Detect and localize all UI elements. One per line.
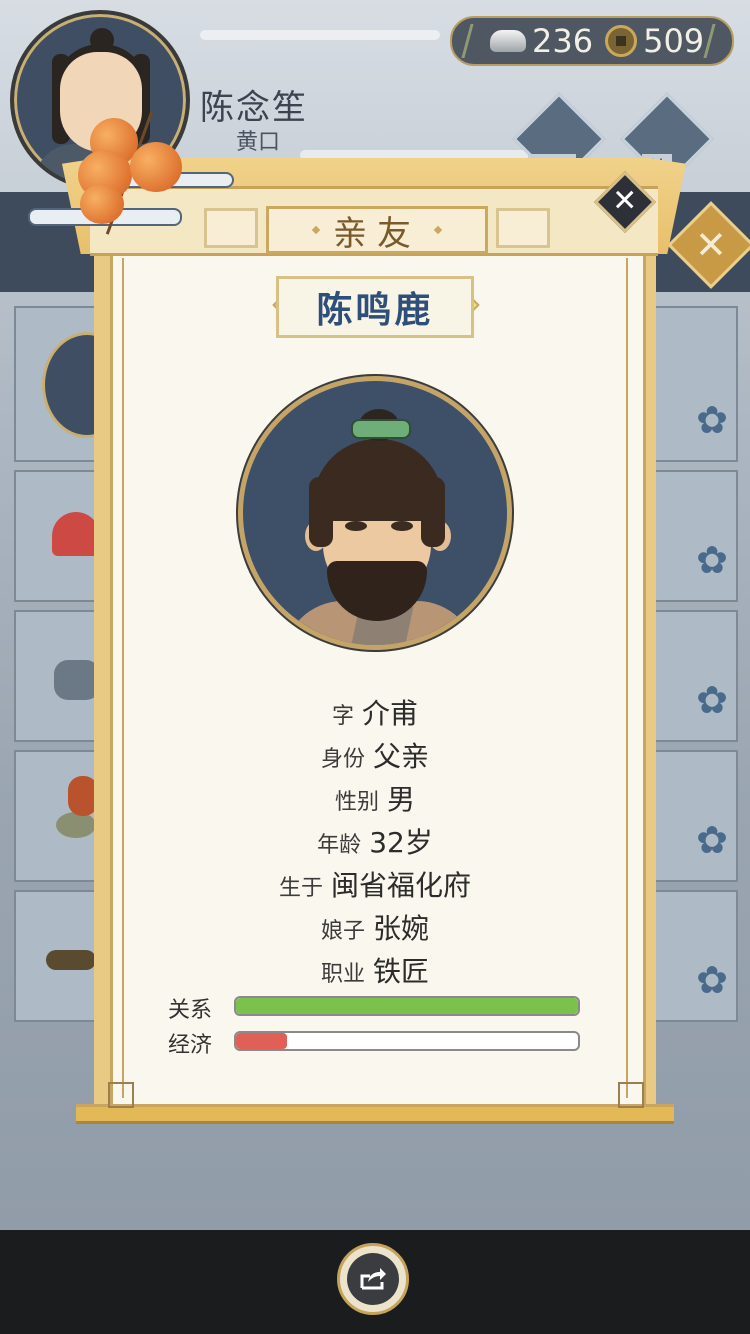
scroll-bottom-rod (76, 1104, 674, 1124)
relationship-bar-fill (236, 998, 578, 1014)
share-button[interactable] (337, 1243, 409, 1315)
dot-ornament (311, 225, 321, 235)
modal-title: 亲友 (266, 206, 488, 254)
header-ornament (204, 208, 258, 248)
info-label: 年龄 (317, 833, 362, 858)
info-gender: 性别男 (110, 778, 640, 818)
info-value: 张婉 (373, 912, 430, 945)
corner-ornament (618, 1082, 644, 1108)
info-age: 年龄 32岁 (110, 821, 640, 861)
info-value: 男 (387, 783, 416, 816)
person-portrait (238, 376, 512, 650)
info-label: 性别 (334, 790, 379, 815)
info-label: 娘子 (320, 919, 365, 944)
info-value: 32岁 (369, 826, 433, 859)
header-ornament (496, 208, 550, 248)
info-birthplace: 生于 闽省福化府 (110, 864, 640, 904)
share-icon (347, 1253, 399, 1305)
info-occupation: 职业 铁匠 (110, 950, 640, 990)
info-value: 铁匠 (373, 955, 430, 988)
info-label: 身份 (320, 747, 365, 772)
relationship-bar (234, 996, 580, 1016)
info-value: 父亲 (373, 740, 430, 773)
corner-ornament (108, 1082, 134, 1108)
relationship-label: 关系 (168, 998, 213, 1023)
info-identity: 身份 父亲 (110, 735, 640, 775)
info-label: 字 (331, 704, 354, 729)
info-value: 闽省福化府 (331, 869, 472, 902)
person-name: 陈鸣鹿 (316, 290, 434, 331)
info-label: 生于 (278, 876, 323, 901)
info-value: 介甫 (362, 697, 419, 730)
info-wife: 娘子 张婉 (110, 907, 640, 947)
info-label: 职业 (320, 962, 365, 987)
close-icon: ✕ (612, 183, 638, 219)
person-name-plate: 陈鸣鹿 (276, 276, 474, 338)
tanghulu-icon (70, 108, 190, 238)
economy-bar (234, 1031, 580, 1051)
dot-ornament (433, 225, 443, 235)
economy-bar-fill (236, 1033, 288, 1049)
info-courtesy-name: 字介甫 (110, 692, 640, 732)
modal-title-text: 亲友 (333, 213, 421, 254)
economy-label: 经济 (168, 1033, 213, 1058)
